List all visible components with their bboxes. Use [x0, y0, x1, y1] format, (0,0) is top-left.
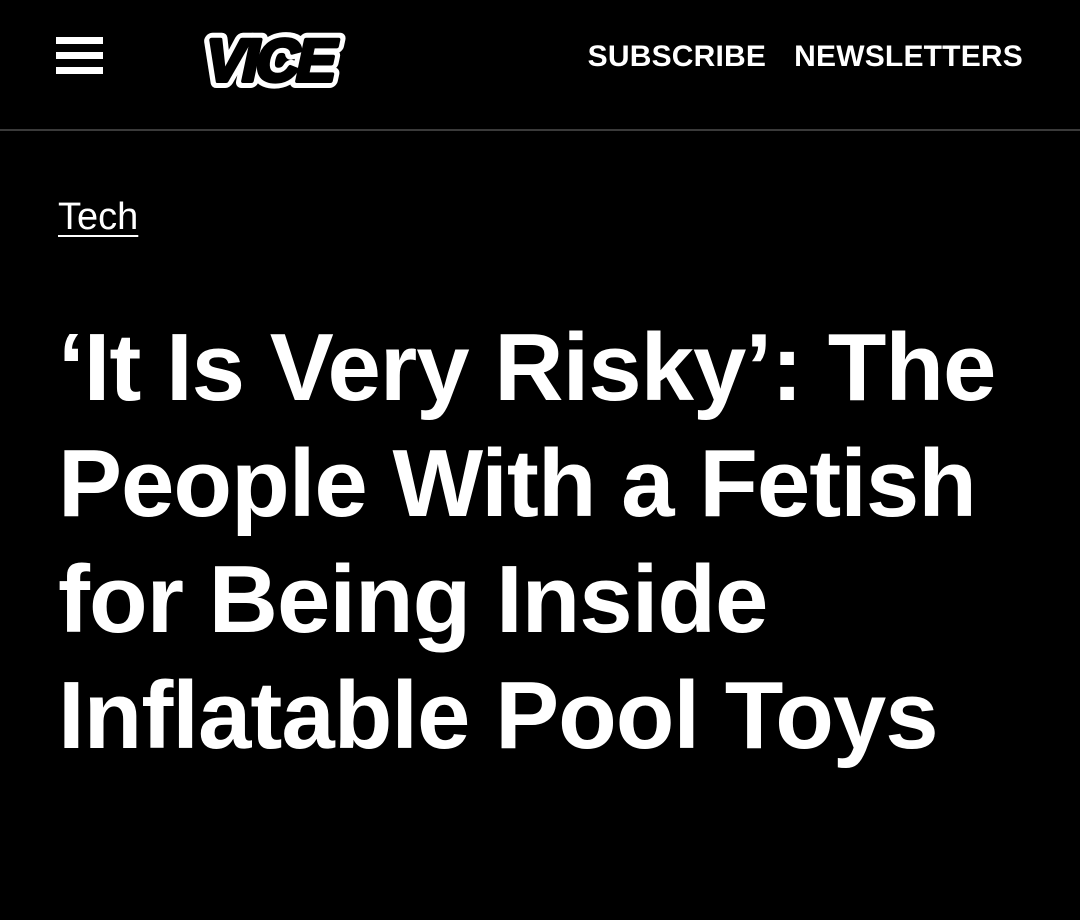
- page: VICE VICE VICE SUBSCRIBE NEWSLETTERS Tec…: [0, 0, 1080, 920]
- vice-logo[interactable]: VICE VICE VICE: [158, 25, 380, 95]
- site-header: VICE VICE VICE SUBSCRIBE NEWSLETTERS: [0, 0, 1080, 131]
- header-nav: SUBSCRIBE NEWSLETTERS: [588, 40, 1023, 74]
- newsletters-link[interactable]: NEWSLETTERS: [794, 40, 1023, 74]
- category-link-tech[interactable]: Tech: [58, 196, 138, 239]
- article-headline: ‘It Is Very Risky’: The People With a Fe…: [58, 314, 996, 769]
- logo-fill: VICE: [199, 27, 343, 94]
- subscribe-link[interactable]: SUBSCRIBE: [588, 40, 767, 74]
- hamburger-menu-icon[interactable]: [56, 37, 103, 74]
